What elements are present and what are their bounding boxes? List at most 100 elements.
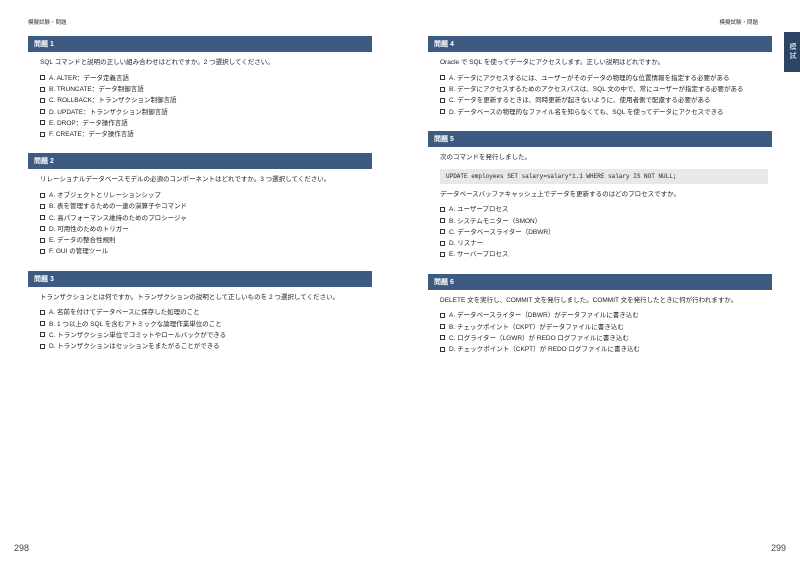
side-tab: 模試 [784,32,800,72]
option-row: D. UPDATE：トランザクション制御言語 [40,108,368,118]
checkbox-icon [40,98,45,103]
checkbox-icon [40,226,45,231]
option-text: A. オブジェクトとリレーションシップ [49,191,368,201]
checkbox-icon [40,120,45,125]
option-text: D. データベースの物理的なファイル名を知らなくても、SQL を使ってデータにア… [449,108,768,118]
q5-options: A. ユーザープロセス B. システムモニター（SMON）C. データベースライタ… [440,205,768,260]
option-text: B. TRUNCATE：データ制御言語 [49,85,368,95]
option-row: A. 名前を付けてデータベースに保存した処理のこと [40,308,368,318]
checkbox-icon [440,218,445,223]
checkbox-icon [440,109,445,114]
option-text: C. ROLLBACK：トランザクション制御言語 [49,96,368,106]
option-text: B. システムモニター（SMON） [449,217,768,227]
option-text: E. サーバープロセス [449,250,768,260]
option-row: E. サーバープロセス [440,250,768,260]
q5-code: UPDATE employees SET salary=salary*1.1 W… [440,169,768,184]
checkbox-icon [440,98,445,103]
option-text: B. データにアクセスするためのアクセスパスは、SQL 文の中で、常にユーザーが… [449,85,768,95]
option-row: A. オブジェクトとリレーションシップ [40,191,368,201]
option-row: B. システムモニター（SMON） [440,217,768,227]
option-text: D. リスナー [449,239,768,249]
checkbox-icon [40,238,45,243]
q6-prompt: DELETE 文を実行し、COMMIT 文を発行しました。COMMIT 文を発行… [440,296,768,306]
q4-prompt: Oracle で SQL を使ってデータにアクセスします。正しい説明はどれですか… [440,58,768,68]
q6-title: 問題 6 [428,274,772,290]
option-text: C. データベースライター（DBWR） [449,228,768,238]
option-row: E. データの整合性規則 [40,236,368,246]
option-text: B. 表を管理するための一連の演算子やコマンド [49,202,368,212]
option-row: D. データベースの物理的なファイル名を知らなくても、SQL を使ってデータにア… [440,108,768,118]
q5-prompt: 次のコマンドを発行しました。 [440,153,768,163]
option-text: C. トランザクション単位でコミットやロールバックができる [49,331,368,341]
option-row: B. チェックポイント（CKPT）がデータファイルに書き込む [440,323,768,333]
option-row: A. データベースライター（DBWR）がデータファイルに書き込む [440,311,768,321]
checkbox-icon [440,229,445,234]
q3-prompt: トランザクションとは何ですか。トランザクションの説明として正しいものを 2 つ選… [40,293,368,303]
checkbox-icon [440,75,445,80]
option-text: E. データの整合性規則 [49,236,368,246]
q4-options: A. データにアクセスするには、ユーザーがそのデータの物理的な位置情報を指定する… [440,74,768,118]
option-text: A. ユーザープロセス [449,205,768,215]
q1-prompt: SQL コマンドと説明の正しい組み合わせはどれですか。2 つ選択してください。 [40,58,368,68]
q4-body: Oracle で SQL を使ってデータにアクセスします。正しい説明はどれですか… [428,58,772,123]
option-row: C. データを更新するときは、同時更新が起きないように、使用者側で配慮する必要が… [440,96,768,106]
option-text: B. 1 つ以上の SQL を含むアトミックな論理作業単位のこと [49,320,368,330]
option-row: D. トランザクションはセッションをまたがることができる [40,342,368,352]
checkbox-icon [40,87,45,92]
q2-body: リレーショナルデータベースモデルの必須のコンポーネントはどれですか。3 つ選択し… [28,175,372,262]
header-right: 模擬試験・問題 [428,18,772,26]
checkbox-icon [40,332,45,337]
option-text: A. データベースライター（DBWR）がデータファイルに書き込む [449,311,768,321]
checkbox-icon [40,321,45,326]
option-text: C. データを更新するときは、同時更新が起きないように、使用者側で配慮する必要が… [449,96,768,106]
option-row: F. CREATE：データ操作言語 [40,130,368,140]
option-text: F. GUI の管理ツール [49,247,368,257]
option-row: A. ALTER：データ定義言語 [40,74,368,84]
checkbox-icon [40,344,45,349]
q6-options: A. データベースライター（DBWR）がデータファイルに書き込む B. チェックポ… [440,311,768,355]
checkbox-icon [440,347,445,352]
option-row: C. トランザクション単位でコミットやロールバックができる [40,331,368,341]
option-text: F. CREATE：データ操作言語 [49,130,368,140]
option-text: B. チェックポイント（CKPT）がデータファイルに書き込む [449,323,768,333]
checkbox-icon [440,207,445,212]
q5-subprompt: データベースバッファキャッシュ上でデータを更新するのはどのプロセスですか。 [440,190,768,200]
checkbox-icon [440,313,445,318]
checkbox-icon [440,324,445,329]
option-row: B. TRUNCATE：データ制御言語 [40,85,368,95]
page-left: 模擬試験・問題 問題 1 SQL コマンドと説明の正しい組み合わせはどれですか。… [0,0,400,567]
option-row: D. リスナー [440,239,768,249]
option-row: B. データにアクセスするためのアクセスパスは、SQL 文の中で、常にユーザーが… [440,85,768,95]
q4-title: 問題 4 [428,36,772,52]
q1-options: A. ALTER：データ定義言語B. TRUNCATE：データ制御言語C. RO… [40,74,368,140]
checkbox-icon [440,252,445,257]
page-num-left: 298 [14,543,29,553]
q3-body: トランザクションとは何ですか。トランザクションの説明として正しいものを 2 つ選… [28,293,372,358]
checkbox-icon [440,335,445,340]
checkbox-icon [40,249,45,254]
option-row: C. データベースライター（DBWR） [440,228,768,238]
q5-body: 次のコマンドを発行しました。 UPDATE employees SET sala… [428,153,772,266]
option-row: E. DROP：データ操作言語 [40,119,368,129]
option-row: D. チェックポイント（CKPT）が REDO ログファイルに書き込む [440,345,768,355]
checkbox-icon [40,310,45,315]
page-right: 模擬試験・問題 問題 4 Oracle で SQL を使ってデータにアクセスしま… [400,0,800,567]
option-row: D. 可用性のためのトリガー [40,225,368,235]
checkbox-icon [440,87,445,92]
option-text: E. DROP：データ操作言語 [49,119,368,129]
checkbox-icon [40,193,45,198]
q1-body: SQL コマンドと説明の正しい組み合わせはどれですか。2 つ選択してください。 … [28,58,372,145]
option-text: C. 高パフォーマンス維持のためのプロシージャ [49,214,368,224]
q2-prompt: リレーショナルデータベースモデルの必須のコンポーネントはどれですか。3 つ選択し… [40,175,368,185]
checkbox-icon [440,241,445,246]
q3-options: A. 名前を付けてデータベースに保存した処理のこと B. 1 つ以上の SQL を… [40,308,368,352]
option-text: A. ALTER：データ定義言語 [49,74,368,84]
option-text: A. データにアクセスするには、ユーザーがそのデータの物理的な位置情報を指定する… [449,74,768,84]
q5-title: 問題 5 [428,131,772,147]
option-text: D. チェックポイント（CKPT）が REDO ログファイルに書き込む [449,345,768,355]
q2-title: 問題 2 [28,153,372,169]
page-num-right: 299 [771,543,786,553]
option-row: C. ROLLBACK：トランザクション制御言語 [40,96,368,106]
option-row: B. 表を管理するための一連の演算子やコマンド [40,202,368,212]
checkbox-icon [40,204,45,209]
